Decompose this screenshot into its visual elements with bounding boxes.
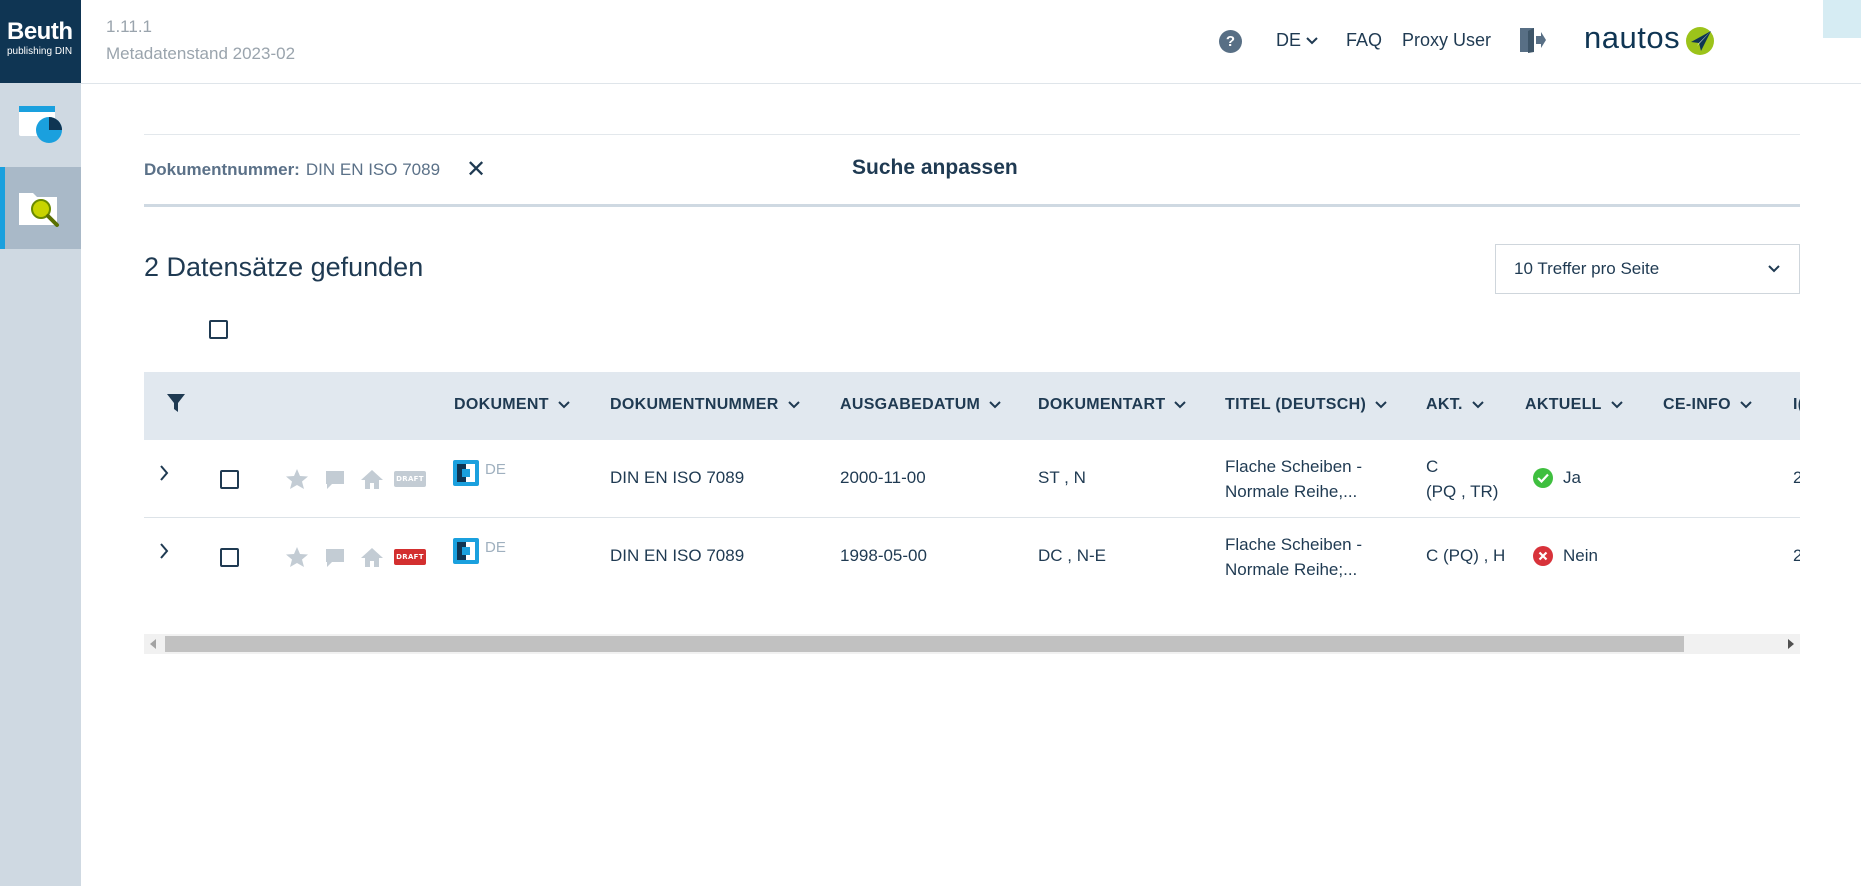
cell-titel[interactable]: Flache Scheiben - Normale Reihe,... [1225, 454, 1362, 504]
chevron-down-icon [989, 401, 1001, 409]
document-language: DE [485, 461, 506, 478]
cell-titel-line: Flache Scheiben - [1225, 457, 1363, 476]
cell-akt: C (PQ) , H [1426, 546, 1506, 565]
error-circle-icon [1533, 546, 1553, 566]
cell-aktuell: Ja [1533, 468, 1581, 488]
chevron-down-icon [787, 401, 800, 409]
brand-name: Beuth [7, 18, 73, 45]
cell-ausgabedatum: 2000-11-00 [840, 468, 926, 487]
check-circle-icon [1533, 468, 1553, 488]
app-header: 1.11.1 Metadatenstand 2023-02 ? DE FAQ P… [81, 0, 1861, 84]
column-header-dokumentnummer[interactable]: DOKUMENTNUMMER [610, 396, 801, 414]
document-icon[interactable] [453, 538, 479, 564]
chevron-down-icon [1768, 265, 1780, 273]
chevron-down-icon [1611, 401, 1623, 409]
criteria-value: DIN EN ISO 7089 [305, 160, 441, 179]
chevron-down-icon [558, 401, 570, 409]
table-row[interactable]: DRAFT DE DIN EN ISO 7089 1998-05-00 DC ,… [144, 518, 1800, 592]
brand-logo[interactable]: Beuth publishing DIN [0, 0, 81, 83]
cell-dokumentnummer: DIN EN ISO 7089 [610, 546, 745, 565]
table-row[interactable]: DRAFT DE DIN EN ISO 7089 2000-11-00 ST ,… [144, 440, 1800, 518]
chevron-down-icon [1740, 401, 1752, 409]
aktuell-text: Nein [1563, 546, 1598, 565]
per-page-select[interactable]: 10 Treffer pro Seite [1495, 244, 1800, 294]
side-rail [0, 83, 81, 886]
chevron-down-icon [1472, 401, 1484, 409]
cell-dokumentnummer: DIN EN ISO 7089 [610, 468, 745, 487]
help-icon[interactable]: ? [1219, 30, 1242, 53]
close-icon[interactable]: ✕ [466, 157, 486, 181]
aktuell-text: Ja [1563, 468, 1581, 487]
scroll-right-arrow[interactable] [1788, 639, 1794, 649]
cell-titel-line: Normale Reihe,... [1225, 482, 1358, 501]
comment-icon[interactable] [324, 468, 346, 490]
results-table: DOKUMENT DOKUMENTNUMMER AUSGABEDATUM DOK… [144, 372, 1800, 592]
column-header-aktuell[interactable]: AKTUELL [1525, 396, 1624, 414]
nautos-logo: nautos [1584, 20, 1681, 55]
column-header-ce-info[interactable]: CE-INFO [1663, 396, 1753, 414]
home-icon[interactable] [360, 546, 384, 568]
user-menu[interactable]: Proxy User [1402, 30, 1491, 51]
chevron-down-icon [1375, 401, 1387, 409]
nautos-logo-mark [1686, 27, 1714, 55]
cell-akt-line: C [1426, 457, 1439, 476]
column-header-dokumentart[interactable]: DOKUMENTART [1038, 396, 1187, 414]
results-count: 2 Datensätze gefunden [144, 252, 424, 282]
star-icon[interactable] [285, 546, 309, 568]
cell-titel-line: Flache Scheiben - [1225, 535, 1363, 554]
column-header-ausgabedatum[interactable]: AUSGABEDATUM [840, 396, 1002, 414]
metadata-status: Metadatenstand 2023-02 [106, 44, 296, 63]
filter-icon[interactable] [166, 392, 186, 414]
language-label: DE [1276, 30, 1302, 50]
app-version: 1.11.1 [106, 17, 153, 36]
cell-dokumentart: DC , N-E [1038, 546, 1106, 565]
search-criteria-chip: Dokumentnummer: DIN EN ISO 7089 [144, 160, 440, 180]
rail-item-dashboard[interactable] [0, 83, 81, 165]
criteria-label: Dokumentnummer: [144, 160, 300, 179]
home-icon[interactable] [360, 468, 384, 490]
dashboard-icon [18, 106, 62, 143]
header-decoration [1823, 0, 1861, 38]
star-icon[interactable] [285, 468, 309, 490]
scroll-left-arrow[interactable] [150, 639, 156, 649]
language-selector[interactable]: DE [1276, 30, 1319, 51]
search-folder-icon [18, 193, 59, 227]
adjust-search-button[interactable]: Suche anpassen [852, 156, 1018, 180]
cell-titel[interactable]: Flache Scheiben - Normale Reihe;... [1225, 532, 1362, 582]
table-header: DOKUMENT DOKUMENTNUMMER AUSGABEDATUM DOK… [144, 372, 1800, 440]
divider [144, 204, 1800, 207]
chevron-right-icon[interactable] [158, 542, 170, 560]
horizontal-scrollbar[interactable] [144, 634, 1800, 654]
cell-aktuell: Nein [1533, 546, 1598, 566]
cell-akt-line: (PQ , TR) [1426, 482, 1499, 501]
document-icon[interactable] [453, 460, 479, 486]
chevron-down-icon [1306, 36, 1318, 44]
column-header-akt[interactable]: AKT. [1426, 396, 1485, 414]
divider [144, 134, 1800, 135]
brand-subtitle: publishing DIN [7, 46, 73, 57]
column-header-truncated[interactable]: I( [1793, 396, 1800, 414]
comment-icon[interactable] [324, 546, 346, 568]
draft-badge: DRAFT [394, 471, 426, 487]
cell-akt: C (PQ , TR) [1426, 454, 1498, 504]
draft-badge: DRAFT [394, 549, 426, 565]
column-header-titel[interactable]: TITEL (DEUTSCH) [1225, 396, 1388, 414]
faq-link[interactable]: FAQ [1346, 30, 1382, 51]
cell-ausgabedatum: 1998-05-00 [840, 546, 927, 565]
per-page-value: 10 Treffer pro Seite [1514, 259, 1660, 278]
cell-truncated: 2 [1793, 546, 1800, 565]
logout-icon[interactable] [1517, 25, 1547, 55]
cell-dokumentart: ST , N [1038, 468, 1086, 487]
row-checkbox[interactable] [220, 470, 239, 489]
row-checkbox[interactable] [220, 548, 239, 567]
cell-truncated: 2 [1793, 468, 1800, 487]
chevron-down-icon [1174, 401, 1187, 409]
cell-titel-line: Normale Reihe;... [1225, 560, 1358, 579]
chevron-right-icon[interactable] [158, 464, 170, 482]
rail-item-search[interactable] [0, 167, 81, 249]
select-all-checkbox[interactable] [209, 320, 228, 339]
document-language: DE [485, 539, 506, 556]
scrollbar-thumb[interactable] [165, 636, 1684, 652]
column-header-dokument[interactable]: DOKUMENT [454, 396, 571, 414]
